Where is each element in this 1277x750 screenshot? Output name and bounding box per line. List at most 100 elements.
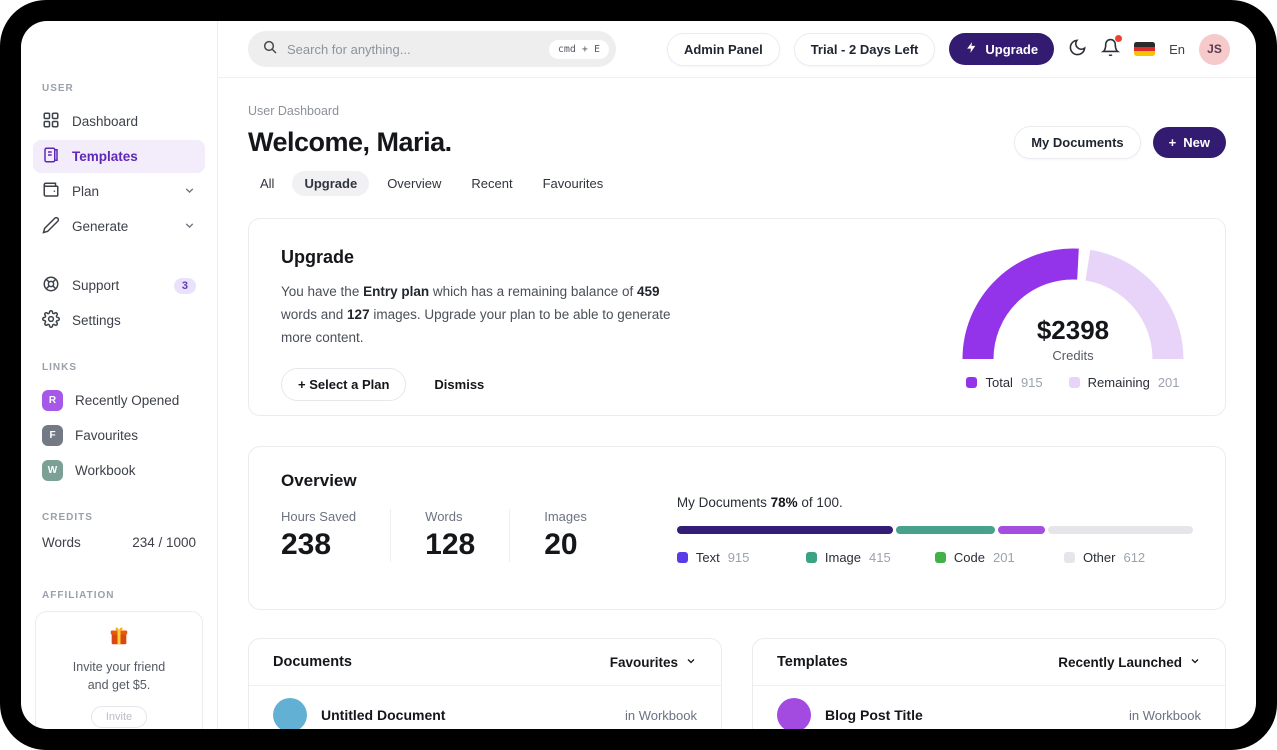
device-frame: USER Dashboard Templates Plan Generate S… xyxy=(0,0,1277,750)
page-title: Welcome, Maria. xyxy=(248,127,452,157)
legend-item-remaining: Remaining 201 xyxy=(1068,375,1180,390)
tab-favourites[interactable]: Favourites xyxy=(531,171,616,196)
bar-segment-text xyxy=(676,526,894,534)
invite-button[interactable]: Invite xyxy=(90,706,148,729)
notifications-button[interactable] xyxy=(1100,35,1123,60)
sidebar-item-templates[interactable]: Templates xyxy=(33,140,205,173)
credits-usage: Words 234 / 1000 xyxy=(42,535,196,550)
bolt-icon xyxy=(965,41,978,57)
documents-card: Documents Favourites Untitled Document i… xyxy=(248,638,722,729)
main-column: cmd + E Admin Panel Trial - 2 Days Left … xyxy=(218,21,1256,729)
support-count-badge: 3 xyxy=(173,277,196,294)
template-row[interactable]: Blog Post Title in Workbook xyxy=(753,686,1225,729)
chevron-down-icon xyxy=(183,219,196,235)
sidebar-item-support[interactable]: Support 3 xyxy=(33,269,205,302)
search-icon xyxy=(262,39,278,60)
legend-item-image: Image 415 xyxy=(805,550,935,565)
sidebar-link-workbook[interactable]: W Workbook xyxy=(33,455,205,486)
sidebar-item-plan[interactable]: Plan xyxy=(33,175,205,208)
legend-item-code: Code 201 xyxy=(934,550,1064,565)
sidebar: USER Dashboard Templates Plan Generate S… xyxy=(21,21,218,729)
overview-card-title: Overview xyxy=(281,471,357,490)
legend-item-text: Text 915 xyxy=(676,550,806,565)
pencil-icon xyxy=(42,216,60,237)
sidebar-section-affiliation: AFFILIATION xyxy=(42,590,115,601)
journal-icon xyxy=(42,146,60,167)
tab-overview[interactable]: Overview xyxy=(375,171,453,196)
legend-swatch xyxy=(805,552,817,563)
user-avatar[interactable]: JS xyxy=(1199,33,1230,65)
stacked-bar-chart xyxy=(676,526,1193,534)
affiliation-card: Invite your friend and get $5. Invite xyxy=(35,611,203,729)
document-name: Untitled Document xyxy=(321,707,446,723)
gauge-legend: Total 915 Remaining 201 xyxy=(966,375,1180,390)
legend-swatch xyxy=(1068,377,1080,388)
templates-card: Templates Recently Launched Blog Post Ti… xyxy=(752,638,1226,729)
sidebar-item-settings[interactable]: Settings xyxy=(33,304,205,337)
app-window: USER Dashboard Templates Plan Generate S… xyxy=(21,21,1256,729)
stat-images: Images 20 xyxy=(509,509,621,562)
templates-filter-dropdown[interactable]: Recently Launched xyxy=(1058,655,1201,670)
document-row[interactable]: Untitled Document in Workbook xyxy=(249,686,721,729)
sidebar-section-user: USER xyxy=(42,83,74,94)
sidebar-link-recently-opened[interactable]: R Recently Opened xyxy=(33,385,205,416)
legend-item-total: Total 915 xyxy=(966,375,1043,390)
my-documents-button[interactable]: My Documents xyxy=(1014,126,1141,159)
dismiss-button[interactable]: Dismiss xyxy=(434,377,484,392)
stat-words: Words 128 xyxy=(390,509,509,562)
language-label[interactable]: En xyxy=(1169,42,1185,57)
new-button[interactable]: + New xyxy=(1152,127,1226,158)
document-location: in Workbook xyxy=(624,707,697,723)
template-location: in Workbook xyxy=(1128,707,1201,723)
document-avatar xyxy=(273,698,307,729)
link-label: Recently Opened xyxy=(75,393,180,408)
search-input[interactable] xyxy=(287,41,540,57)
chevron-down-icon xyxy=(183,184,196,200)
dark-mode-toggle[interactable] xyxy=(1068,38,1087,60)
documents-filter-dropdown[interactable]: Favourites xyxy=(610,655,697,670)
sidebar-item-dashboard[interactable]: Dashboard xyxy=(33,105,205,138)
select-plan-button[interactable]: + Select a Plan xyxy=(281,367,407,401)
templates-card-title: Templates xyxy=(777,654,848,670)
link-avatar: R xyxy=(42,390,63,411)
sidebar-section-links: LINKS xyxy=(42,362,77,373)
tab-all[interactable]: All xyxy=(248,171,286,196)
tab-upgrade[interactable]: Upgrade xyxy=(292,171,370,196)
bar-segment-code xyxy=(997,526,1046,534)
gauge-label: Credits xyxy=(1052,348,1094,363)
bottom-cards: Documents Favourites Untitled Document i… xyxy=(248,638,1226,729)
bar-segment-other xyxy=(1048,526,1193,534)
breadcrumb: User Dashboard xyxy=(248,104,340,118)
upgrade-button[interactable]: Upgrade xyxy=(949,33,1055,65)
template-avatar xyxy=(777,698,811,729)
upgrade-card: Upgrade You have the Entry plan which ha… xyxy=(248,218,1226,416)
legend-swatch xyxy=(966,377,978,388)
gauge-value: $2398 xyxy=(1036,315,1110,345)
trial-status-button[interactable]: Trial - 2 Days Left xyxy=(793,32,936,66)
search-bar[interactable]: cmd + E xyxy=(248,31,616,67)
filter-tabs: All Upgrade Overview Recent Favourites xyxy=(248,171,1226,196)
upgrade-card-title: Upgrade xyxy=(281,247,355,267)
plus-icon: + xyxy=(1168,135,1177,150)
sidebar-item-label: Support xyxy=(72,278,120,293)
lifebuoy-icon xyxy=(42,275,60,296)
sidebar-link-favourites[interactable]: F Favourites xyxy=(33,420,205,451)
tab-recent[interactable]: Recent xyxy=(459,171,524,196)
sidebar-item-label: Settings xyxy=(72,313,121,328)
bar-segment-image xyxy=(896,526,995,534)
admin-panel-button[interactable]: Admin Panel xyxy=(666,32,780,66)
sidebar-item-label: Dashboard xyxy=(72,114,139,129)
german-flag-icon[interactable] xyxy=(1134,42,1156,56)
sidebar-item-label: Generate xyxy=(72,219,129,234)
link-label: Workbook xyxy=(75,463,136,478)
moon-icon xyxy=(1068,38,1087,60)
stat-hours-saved: Hours Saved 238 xyxy=(281,509,357,561)
chevron-down-icon xyxy=(685,655,697,670)
sidebar-item-generate[interactable]: Generate xyxy=(33,210,205,243)
overview-stats: Overview Hours Saved 238 Words 128 Image… xyxy=(281,471,621,585)
documents-card-title: Documents xyxy=(273,654,352,670)
legend-swatch xyxy=(934,552,946,563)
sidebar-item-label: Plan xyxy=(72,184,100,199)
legend-item-other: Other 612 xyxy=(1063,550,1193,565)
affiliation-text: Invite your friend and get $5. xyxy=(72,660,166,693)
